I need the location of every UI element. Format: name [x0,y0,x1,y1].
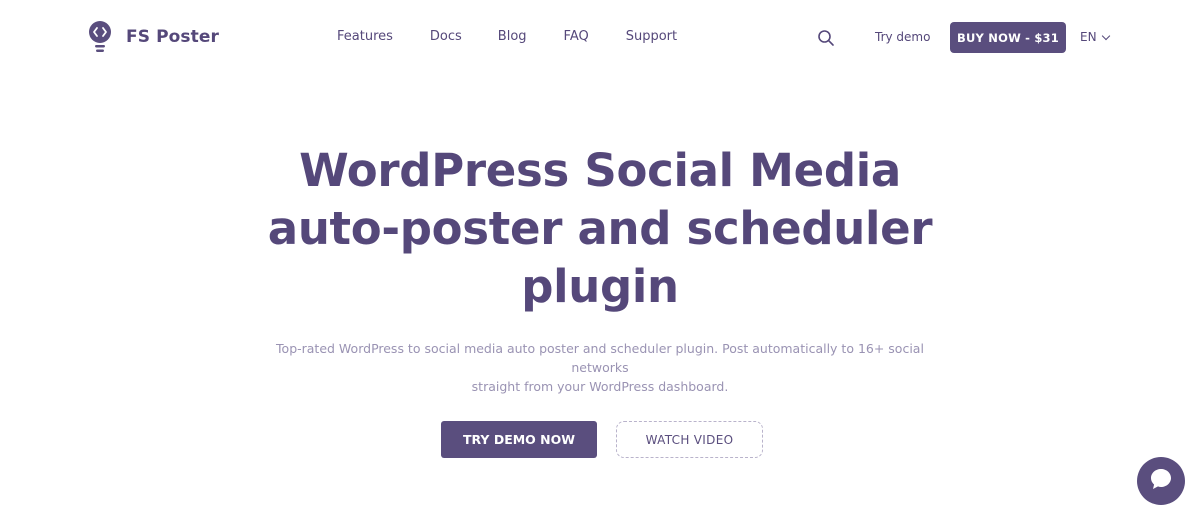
language-selector[interactable]: EN [1080,30,1110,44]
hero-subtitle-line-2: straight from your WordPress dashboard. [471,379,729,394]
nav-item-features[interactable]: Features [337,29,393,44]
try-demo-now-button[interactable]: TRY DEMO NOW [441,421,597,458]
search-icon[interactable] [817,29,835,47]
nav-item-faq[interactable]: FAQ [564,29,589,44]
nav-item-docs[interactable]: Docs [430,29,462,44]
nav-item-blog[interactable]: Blog [498,29,527,44]
hero-title-line-2: auto-poster and scheduler [267,202,933,255]
hero-title: WordPress Social Media auto-poster and s… [0,142,1200,316]
hero-title-line-1: WordPress Social Media [299,144,901,197]
try-demo-link[interactable]: Try demo [875,30,930,44]
brand-name: FS Poster [126,27,219,47]
nav-item-support[interactable]: Support [626,29,677,44]
main-nav: Features Docs Blog FAQ Support [337,29,677,44]
hero-title-line-3: plugin [521,260,679,313]
chevron-down-icon [1101,31,1110,40]
chat-widget-button[interactable] [1137,457,1185,505]
hero-subtitle-line-1: Top-rated WordPress to social media auto… [276,341,924,375]
watch-video-button[interactable]: WATCH VIDEO [616,421,763,458]
hero-subtitle: Top-rated WordPress to social media auto… [250,339,950,396]
language-label: EN [1080,30,1097,44]
lightbulb-code-icon [88,20,114,54]
site-header: FS Poster Features Docs Blog FAQ Support… [0,0,1200,76]
chat-bubble-icon [1148,466,1174,496]
buy-now-button[interactable]: BUY NOW - $31 [950,22,1066,53]
brand-logo[interactable]: FS Poster [88,20,219,54]
